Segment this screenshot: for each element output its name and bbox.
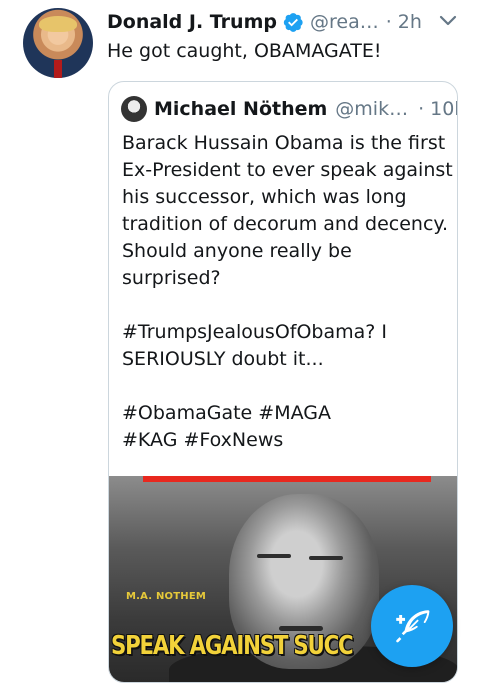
tweet-text: He got caught, OBAMAGATE! — [107, 40, 382, 62]
quoted-tweet-text: Barack Hussain Obama is the first Ex-Pre… — [122, 130, 453, 454]
text-line: tradition of decorum and decency. — [122, 213, 448, 235]
quoted-author-name: Michael Nöthem — [154, 98, 328, 120]
tweet-timestamp[interactable]: 2h — [398, 11, 422, 33]
author-avatar[interactable] — [23, 8, 93, 78]
image-brow-right — [309, 556, 343, 560]
image-top-banner — [143, 476, 431, 482]
text-line: surprised? — [122, 267, 221, 289]
text-line: SERIOUSLY doubt it... — [122, 348, 324, 370]
image-credit: M.A. NOTHEM — [126, 591, 206, 602]
separator-dot: · — [385, 11, 392, 33]
compose-feather-icon — [396, 610, 430, 643]
quoted-author-avatar — [121, 96, 147, 122]
separator-dot: · — [418, 98, 425, 120]
text-line: Should anyone really be — [122, 240, 352, 262]
verified-badge-icon — [283, 13, 303, 32]
quoted-tweet-timestamp: 10h — [430, 98, 457, 120]
chevron-down-icon[interactable] — [438, 14, 458, 28]
image-brow-left — [257, 554, 291, 558]
hashtag-line[interactable]: #KAG #FoxNews — [122, 427, 452, 454]
compose-tweet-button[interactable] — [371, 585, 453, 667]
author-name[interactable]: Donald J. Trump — [107, 11, 277, 33]
text-line: Barack Hussain Obama is the first — [122, 132, 446, 154]
hashtag-line[interactable]: #TrumpsJealousOfObama? I — [122, 319, 452, 346]
quoted-tweet-header: Michael Nöthem @mik… · 10h — [121, 95, 457, 123]
quoted-author-handle: @mik… — [335, 98, 409, 120]
image-caption: SPEAK AGAINST SUCC — [111, 631, 354, 661]
author-handle[interactable]: @rea… — [310, 11, 379, 33]
tweet-header: Donald J. Trump @rea… · 2h — [107, 9, 422, 35]
text-line: Ex-President to ever speak against — [122, 159, 453, 181]
text-line: his successor, which was long — [122, 186, 407, 208]
hashtag-line[interactable]: #ObamaGate #MAGA — [122, 400, 452, 427]
